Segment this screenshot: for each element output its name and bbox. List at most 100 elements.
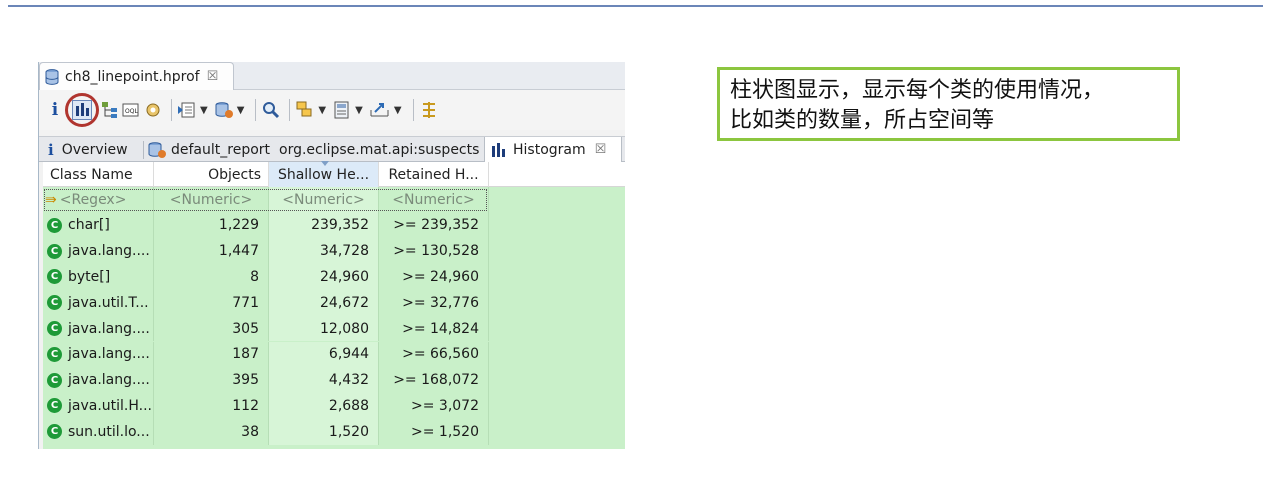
chevron-down-icon[interactable]: ▼ bbox=[394, 105, 402, 116]
cell-retained-heap: >= 1,520 bbox=[379, 418, 489, 445]
filter-icon: ⇛ bbox=[45, 191, 57, 208]
column-objects[interactable]: Objects bbox=[154, 162, 269, 187]
class-icon: C bbox=[47, 269, 62, 285]
histogram-icon[interactable] bbox=[72, 100, 92, 120]
cell-shallow-heap: 34,728 bbox=[269, 238, 379, 265]
table-row[interactable]: Csun.util.lo... 38 1,520 >= 1,520 bbox=[43, 418, 625, 445]
tab-histogram[interactable]: Histogram ☒ bbox=[484, 137, 622, 162]
editor-tab-bar: ch8_linepoint.hprof ☒ bbox=[39, 62, 625, 90]
class-icon: C bbox=[47, 295, 62, 311]
class-icon: C bbox=[47, 346, 62, 362]
table-row[interactable]: Cchar[] 1,229 239,352 >= 239,352 bbox=[43, 212, 625, 239]
class-name-text: java.lang.... bbox=[68, 372, 150, 389]
class-icon: C bbox=[47, 372, 62, 388]
sort-descending-icon bbox=[321, 161, 329, 166]
tab-label: default_report bbox=[171, 141, 271, 158]
filter-shallow-heap[interactable]: <Numeric> bbox=[269, 187, 379, 213]
run-report-icon[interactable] bbox=[177, 98, 197, 122]
class-name-text: java.util.T... bbox=[68, 294, 149, 311]
cell-retained-heap: >= 168,072 bbox=[379, 367, 489, 394]
top-divider-line bbox=[8, 5, 1263, 7]
cell-objects: 305 bbox=[154, 315, 269, 342]
cell-objects: 112 bbox=[154, 393, 269, 419]
chevron-down-icon[interactable]: ▼ bbox=[237, 105, 245, 116]
cell-class-name: Cjava.lang.... bbox=[43, 315, 154, 342]
view-tab-bar: i Overview default_report org.eclipse.ma… bbox=[39, 136, 625, 162]
cell-class-name: Csun.util.lo... bbox=[43, 418, 154, 445]
tab-label: Histogram bbox=[513, 141, 586, 158]
cell-objects: 1,229 bbox=[154, 212, 269, 239]
column-retained-heap[interactable]: Retained H... bbox=[379, 162, 489, 187]
table-row[interactable]: Cjava.lang.... 187 6,944 >= 66,560 bbox=[43, 341, 625, 368]
cell-retained-heap: >= 130,528 bbox=[379, 238, 489, 265]
tab-label: Overview bbox=[61, 141, 128, 158]
chevron-down-icon[interactable]: ▼ bbox=[200, 105, 208, 116]
table-row[interactable]: Cbyte[] 8 24,960 >= 24,960 bbox=[43, 264, 625, 290]
cell-retained-heap: >= 239,352 bbox=[379, 212, 489, 239]
report-icon bbox=[148, 141, 166, 158]
chevron-down-icon[interactable]: ▼ bbox=[355, 105, 363, 116]
overview-info-button[interactable]: i bbox=[48, 98, 62, 122]
query-browser-icon[interactable] bbox=[214, 98, 234, 122]
cell-shallow-heap: 1,520 bbox=[269, 418, 379, 445]
info-icon: i bbox=[48, 140, 54, 159]
cell-shallow-heap: 24,960 bbox=[269, 264, 379, 290]
class-name-text: sun.util.lo... bbox=[68, 423, 150, 440]
editor-tab-hprof[interactable]: ch8_linepoint.hprof ☒ bbox=[39, 62, 234, 90]
filter-class-name[interactable]: ⇛ <Regex> bbox=[43, 187, 154, 213]
filter-retained-heap[interactable]: <Numeric> bbox=[379, 187, 489, 213]
cell-class-name: Cbyte[] bbox=[43, 264, 154, 290]
class-name-text: java.lang.... bbox=[68, 320, 150, 337]
histogram-icon bbox=[492, 142, 505, 157]
tab-overview[interactable]: i Overview bbox=[48, 137, 144, 162]
cell-shallow-heap: 4,432 bbox=[269, 367, 379, 394]
table-row[interactable]: Cjava.lang.... 1,447 34,728 >= 130,528 bbox=[43, 238, 625, 265]
cell-retained-heap: >= 32,776 bbox=[379, 289, 489, 316]
class-name-text: java.lang.... bbox=[68, 346, 150, 363]
class-icon: C bbox=[47, 424, 62, 440]
tab-suspects[interactable]: org.eclipse.mat.api:suspects bbox=[279, 137, 482, 162]
cell-shallow-heap: 12,080 bbox=[269, 315, 379, 342]
cell-retained-heap: >= 66,560 bbox=[379, 341, 489, 368]
toolbar: i OQL ▼ ▼ ▼ ▼ ▼ bbox=[39, 90, 625, 130]
histogram-table: Class Name Objects Shallow He... Retaine… bbox=[43, 161, 625, 449]
cell-objects: 8 bbox=[154, 264, 269, 290]
tab-default-report[interactable]: default_report bbox=[147, 137, 274, 162]
find-object-icon[interactable] bbox=[261, 98, 281, 122]
chevron-down-icon[interactable]: ▼ bbox=[318, 105, 326, 116]
oql-icon[interactable]: OQL bbox=[122, 98, 140, 122]
cell-class-name: Cchar[] bbox=[43, 212, 154, 239]
cell-retained-heap: >= 14,824 bbox=[379, 315, 489, 342]
heap-dump-details-icon[interactable] bbox=[143, 98, 163, 122]
toolbar-separator bbox=[171, 99, 172, 121]
editor-tab-title: ch8_linepoint.hprof bbox=[65, 68, 200, 85]
class-icon: C bbox=[47, 217, 62, 233]
annotation-line-2: 比如类的数量，所占空间等 bbox=[730, 108, 995, 133]
annotation-line-1: 柱状图显示，显示每个类的使用情况， bbox=[730, 78, 1105, 103]
class-name-text: char[] bbox=[68, 217, 110, 234]
group-icon[interactable] bbox=[295, 98, 315, 122]
table-row[interactable]: Cjava.util.H... 112 2,688 >= 3,072 bbox=[43, 393, 625, 419]
table-header: Class Name Objects Shallow He... Retaine… bbox=[43, 161, 625, 187]
table-row[interactable]: Cjava.util.T... 771 24,672 >= 32,776 bbox=[43, 289, 625, 316]
histogram-highlight-circle bbox=[65, 93, 99, 127]
cell-class-name: Cjava.lang.... bbox=[43, 367, 154, 394]
close-tab-icon[interactable]: ☒ bbox=[595, 142, 607, 157]
dominator-tree-icon[interactable] bbox=[101, 98, 119, 122]
cell-shallow-heap: 24,672 bbox=[269, 289, 379, 316]
filter-objects[interactable]: <Numeric> bbox=[154, 187, 269, 213]
export-icon[interactable] bbox=[369, 98, 391, 122]
pin-icon[interactable] bbox=[419, 98, 439, 122]
cell-class-name: Cjava.util.H... bbox=[43, 393, 154, 419]
tab-separator bbox=[143, 141, 144, 159]
calculator-icon[interactable] bbox=[332, 98, 352, 122]
class-name-text: java.util.H... bbox=[68, 397, 153, 414]
close-tab-icon[interactable]: ☒ bbox=[207, 69, 219, 84]
filter-row: ⇛ <Regex> <Numeric> <Numeric> <Numeric> bbox=[43, 187, 625, 213]
cell-class-name: Cjava.lang.... bbox=[43, 341, 154, 368]
svg-text:OQL: OQL bbox=[125, 108, 138, 115]
table-row[interactable]: Cjava.lang.... 395 4,432 >= 168,072 bbox=[43, 367, 625, 394]
tab-label: org.eclipse.mat.api:suspects bbox=[279, 141, 480, 158]
column-class-name[interactable]: Class Name bbox=[43, 162, 154, 187]
table-row[interactable]: Cjava.lang.... 305 12,080 >= 14,824 bbox=[43, 315, 625, 342]
